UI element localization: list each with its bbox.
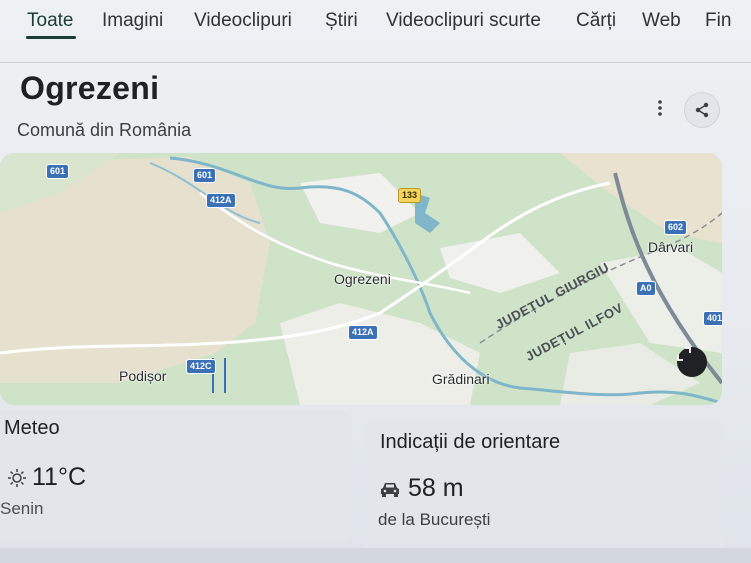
road-shield-412a: 412A [206,193,236,208]
tab-imagini[interactable]: Imagini [102,10,163,32]
tab-toate[interactable]: Toate [27,10,73,32]
expand-icon [677,347,691,361]
tab-videoclipuri-scurte[interactable]: Videoclipuri scurte [386,10,541,32]
road-shield-412c: 412C [186,359,216,374]
search-tabs: Toate Imagini Videoclipuri Știri Videocl… [0,0,751,64]
more-options-button[interactable] [648,94,672,122]
tab-finante[interactable]: Fin [705,10,731,32]
place-subtitle: Comună din România [17,120,192,140]
tabs-divider [0,62,751,63]
map-label-gradinari: Grădinari [432,371,490,387]
tab-stiri[interactable]: Știri [325,10,358,32]
map-label-podisor: Podișor [119,368,167,384]
share-icon [695,102,709,118]
weather-current: 11°C [8,463,86,492]
map-preview[interactable]: 601 601 412A 133 602 A0 412A 412C 401 Og… [0,153,722,405]
temperature-value: 11°C [32,463,87,491]
directions-duration: 58 m [380,474,464,503]
map-label-darvari: Dârvari [648,239,694,255]
weather-condition: Senin [0,499,44,518]
directions-origin: de la București [378,510,491,529]
place-title: Ogrezeni [20,70,160,106]
bottom-edge [0,548,751,563]
road-shield-a0: A0 [636,281,656,296]
road-shield-601: 601 [193,168,217,183]
car-icon [381,482,399,497]
map-label-ogrezeni: Ogrezeni [334,271,391,287]
road-shield-412a: 412A [348,325,378,340]
travel-time: 58 m [408,474,464,502]
tab-carti[interactable]: Cărți [576,10,616,32]
search-results-page: Toate Imagini Videoclipuri Știri Videocl… [0,0,751,563]
road-shield-401: 401 [703,311,722,326]
tab-videoclipuri[interactable]: Videoclipuri [194,10,292,32]
road-shield-602: 602 [664,220,688,235]
road-shield-601: 601 [46,164,70,179]
directions-title: Indicații de orientare [380,431,561,453]
tab-web[interactable]: Web [642,10,681,32]
sun-icon [8,468,26,487]
weather-title: Meteo [4,417,60,439]
active-tab-indicator [26,36,76,39]
expand-map-button[interactable] [677,347,707,377]
more-vert-icon [658,100,662,116]
share-button[interactable] [684,92,720,128]
road-shield-133: 133 [398,188,422,203]
